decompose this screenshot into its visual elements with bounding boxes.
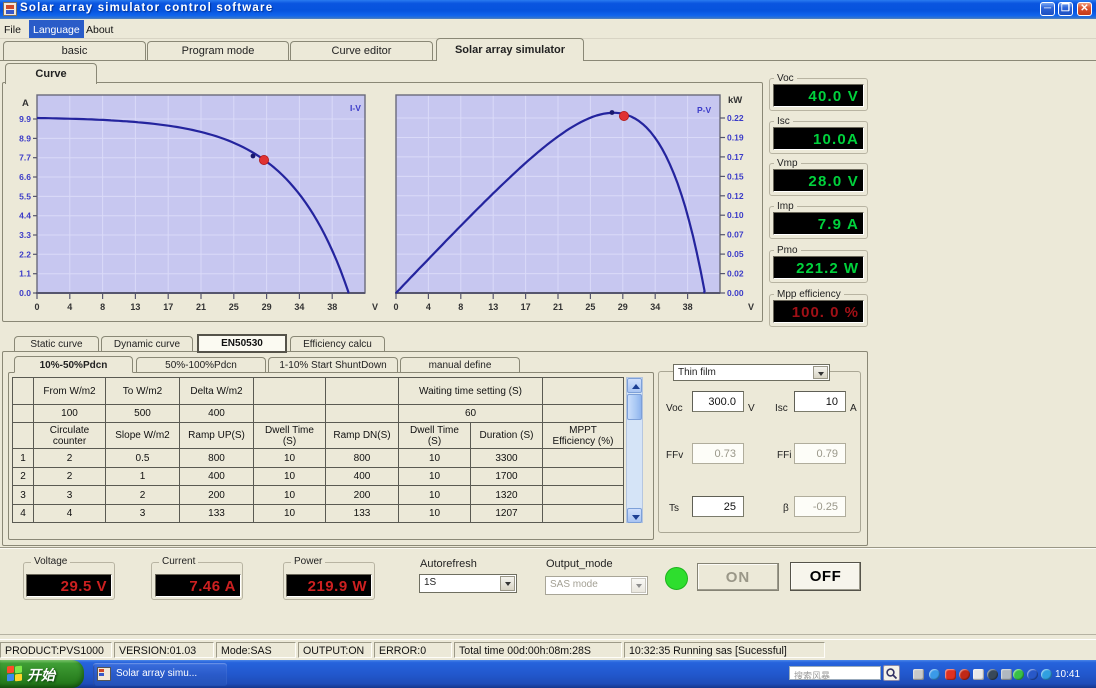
- svg-text:0: 0: [393, 302, 398, 312]
- svg-text:21: 21: [553, 302, 563, 312]
- svg-text:I-V: I-V: [350, 103, 361, 113]
- svg-text:0.17: 0.17: [727, 152, 744, 162]
- svg-text:0: 0: [34, 302, 39, 312]
- svg-text:0.15: 0.15: [727, 171, 744, 181]
- svg-text:25: 25: [585, 302, 595, 312]
- svg-text:0.0: 0.0: [19, 288, 31, 298]
- svg-text:34: 34: [650, 302, 660, 312]
- svg-text:2.2: 2.2: [19, 249, 31, 259]
- svg-text:0.12: 0.12: [727, 191, 744, 201]
- svg-text:8.9: 8.9: [19, 133, 31, 143]
- svg-text:0.02: 0.02: [727, 269, 744, 279]
- svg-text:17: 17: [521, 302, 531, 312]
- svg-text:13: 13: [488, 302, 498, 312]
- svg-text:0.10: 0.10: [727, 210, 744, 220]
- svg-text:29: 29: [262, 302, 272, 312]
- svg-text:13: 13: [130, 302, 140, 312]
- svg-text:0.07: 0.07: [727, 230, 744, 240]
- svg-text:0.19: 0.19: [727, 133, 744, 143]
- svg-text:38: 38: [327, 302, 337, 312]
- svg-text:0.22: 0.22: [727, 113, 744, 123]
- svg-text:0.05: 0.05: [727, 249, 744, 259]
- svg-text:7.7: 7.7: [19, 153, 31, 163]
- svg-text:4.4: 4.4: [19, 211, 31, 221]
- svg-text:8: 8: [458, 302, 463, 312]
- svg-text:9.9: 9.9: [19, 114, 31, 124]
- svg-text:29: 29: [618, 302, 628, 312]
- svg-text:P-V: P-V: [697, 105, 712, 115]
- svg-text:21: 21: [196, 302, 206, 312]
- svg-text:34: 34: [294, 302, 304, 312]
- svg-text:8: 8: [100, 302, 105, 312]
- svg-text:3.3: 3.3: [19, 230, 31, 240]
- svg-text:4: 4: [426, 302, 431, 312]
- svg-text:6.6: 6.6: [19, 172, 31, 182]
- svg-text:25: 25: [229, 302, 239, 312]
- svg-text:A: A: [22, 98, 29, 109]
- svg-text:38: 38: [683, 302, 693, 312]
- svg-text:1.1: 1.1: [19, 269, 31, 279]
- svg-text:5.5: 5.5: [19, 191, 31, 201]
- svg-text:kW: kW: [728, 95, 742, 106]
- svg-text:V: V: [748, 302, 754, 312]
- svg-text:4: 4: [67, 302, 72, 312]
- svg-text:17: 17: [163, 302, 173, 312]
- svg-text:V: V: [372, 302, 378, 312]
- svg-text:0.00: 0.00: [727, 288, 744, 298]
